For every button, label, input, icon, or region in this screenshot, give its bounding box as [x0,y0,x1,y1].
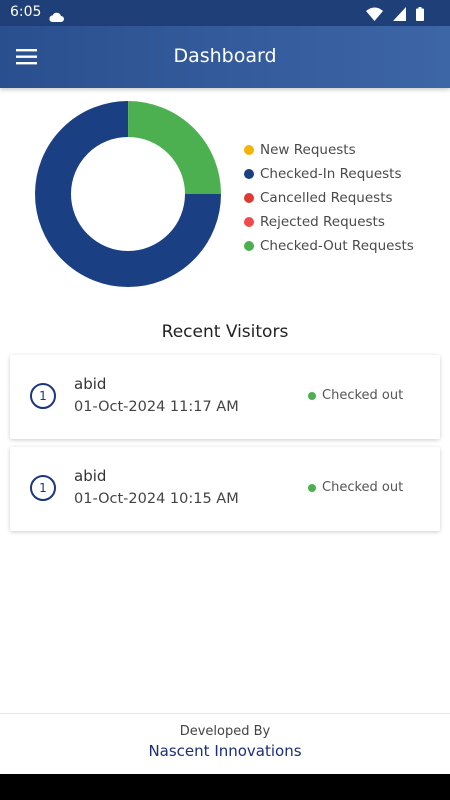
visitor-time: 01-Oct-2024 10:15 AM [74,491,239,507]
legend-label: Rejected Requests [260,214,385,230]
legend-label: Checked-In Requests [260,166,402,182]
visitor-card[interactable]: 1 abid 01-Oct-2024 10:15 AM Checked out [10,447,440,531]
legend-item: Checked-Out Requests [244,234,414,258]
legend-item: Checked-In Requests [244,162,414,186]
legend-item: New Requests [244,138,414,162]
status-dot-icon [308,391,316,400]
footer: Developed By Nascent Innovations [0,713,450,773]
visitor-time: 01-Oct-2024 11:17 AM [74,399,239,415]
system-navigation-bar [0,774,450,800]
requests-donut-chart [30,96,226,292]
legend-label: Cancelled Requests [260,190,393,206]
legend-label: Checked-Out Requests [260,238,414,254]
status-label: Checked out [322,388,404,403]
visitor-count-badge: 1 [30,383,56,409]
cloud-icon [48,7,64,26]
legend-item: Rejected Requests [244,210,414,234]
battery-icon [416,6,424,25]
visitor-status: Checked out [308,480,403,495]
legend-item: Cancelled Requests [244,186,414,210]
wifi-icon [366,6,383,25]
status-time: 6:05 [10,4,42,20]
chart-legend: New Requests Checked-In Requests Cancelled… [244,138,414,258]
footer-company: Nascent Innovations [148,742,302,760]
legend-dot [244,145,254,155]
visitor-status: Checked out [308,388,403,403]
visitor-card[interactable]: 1 abid 01-Oct-2024 11:17 AM Checked out [10,355,440,439]
status-bar: 6:05 [0,0,450,26]
legend-label: New Requests [260,142,356,158]
status-dot-icon [308,483,316,492]
recent-visitors-title: Recent Visitors [161,322,289,342]
app-bar: Dashboard [0,26,450,88]
status-label: Checked out [322,480,404,495]
page-title: Dashboard [173,45,277,67]
signal-icon [393,6,406,25]
footer-label: Developed By [179,724,271,739]
legend-dot [244,217,254,227]
legend-dot [244,241,254,251]
legend-dot [244,193,254,203]
legend-dot [244,169,254,179]
visitor-count-badge: 1 [30,475,56,501]
visitor-name: abid [74,467,107,485]
visitor-name: abid [74,375,107,393]
